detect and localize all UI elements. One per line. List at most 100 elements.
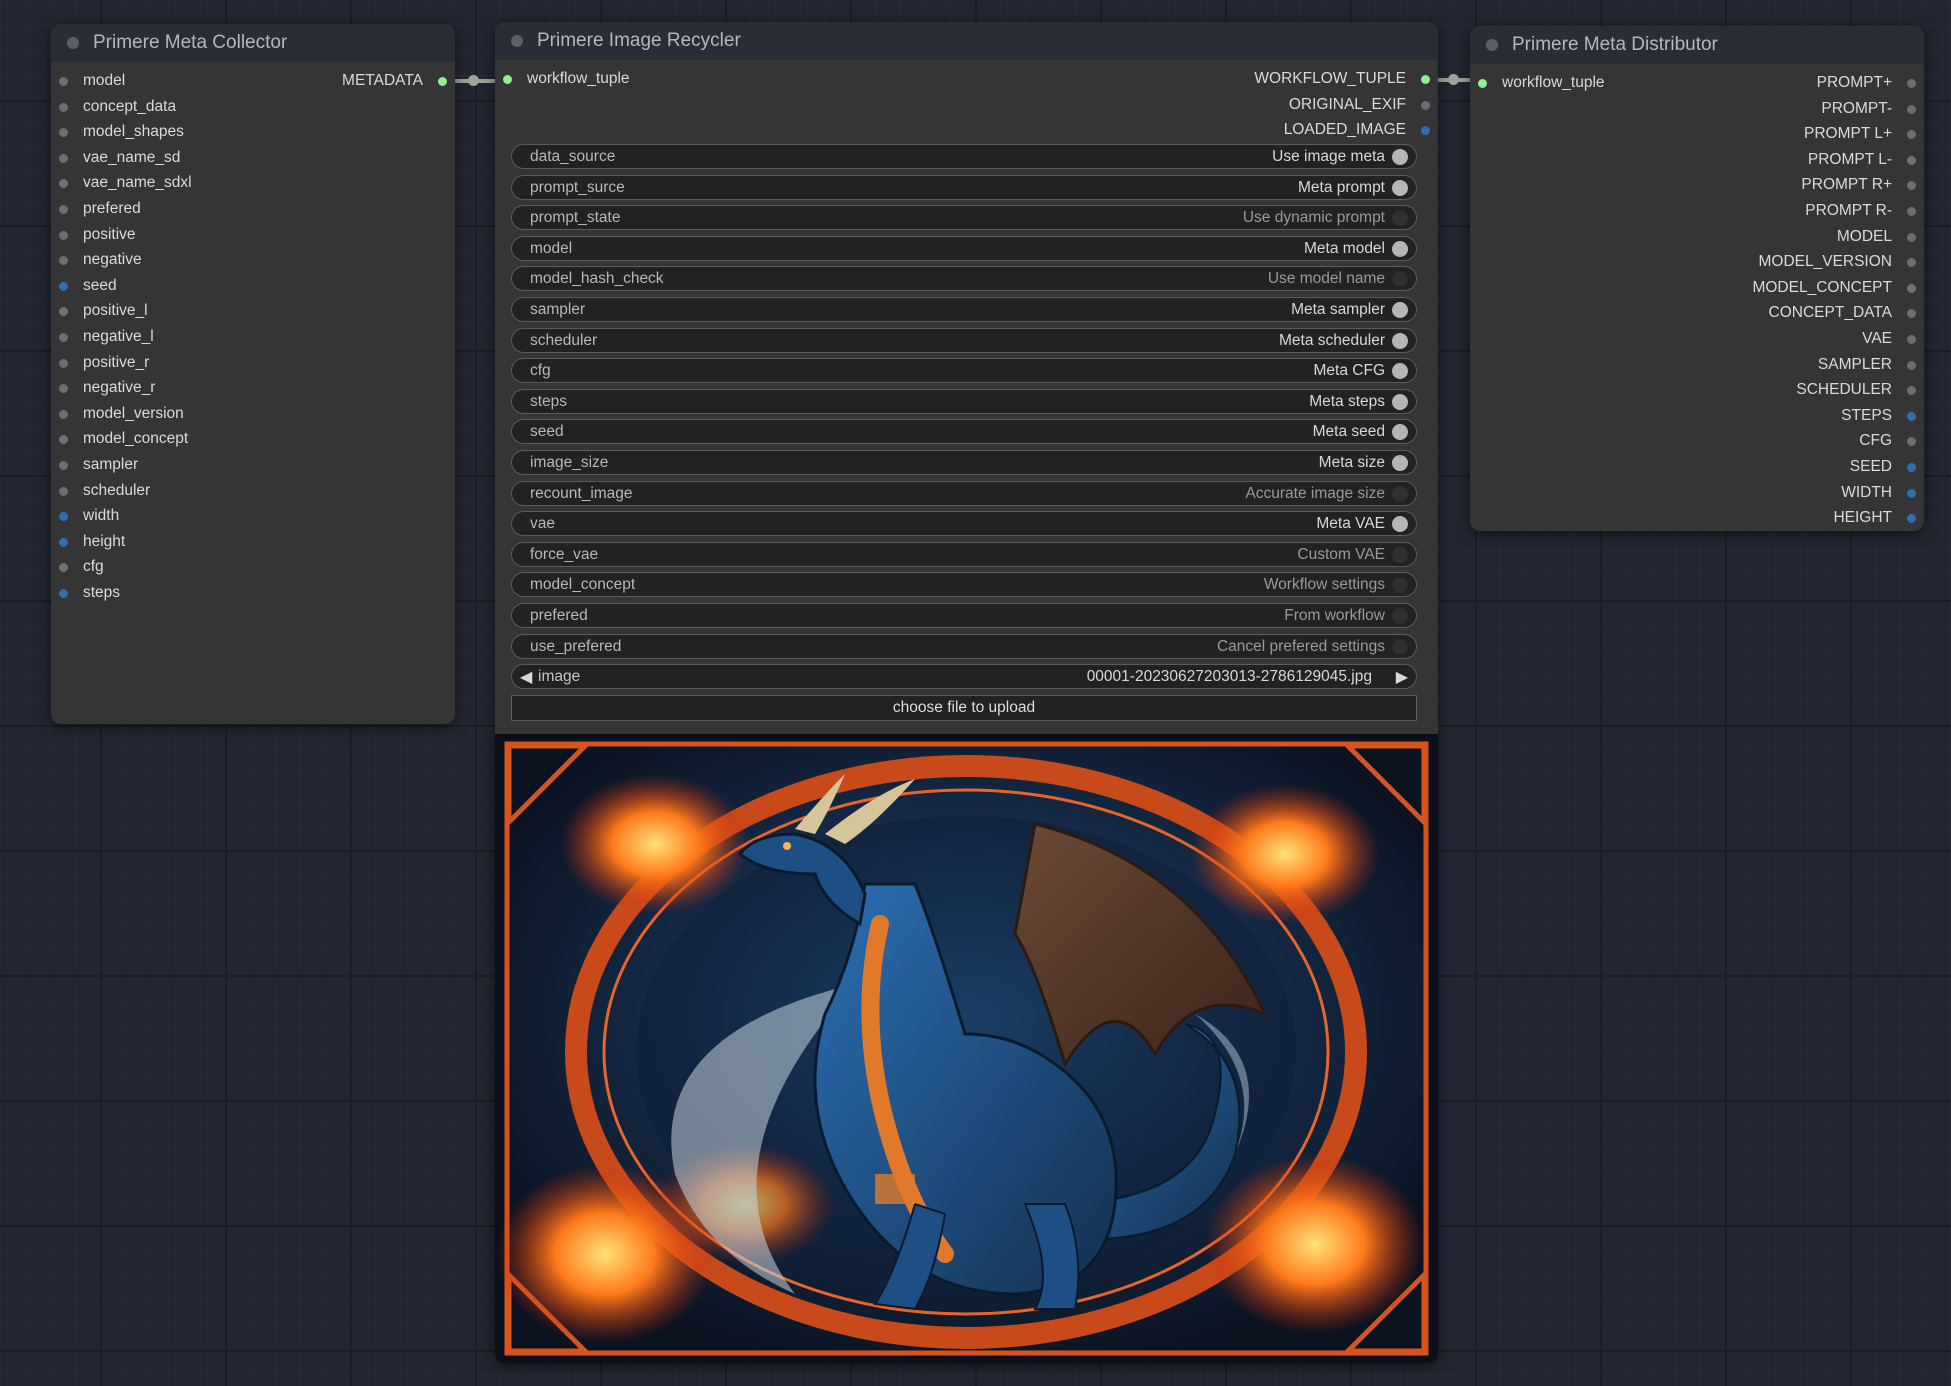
output-slot-width[interactable]: WIDTH [1841, 484, 1916, 502]
input-slot-width[interactable]: width [59, 507, 119, 525]
output-slot-prompt-r[interactable]: PROMPT R- [1805, 202, 1916, 220]
input-dot-icon[interactable] [59, 256, 68, 266]
toggle-widget-image-size[interactable]: image_size Meta size [511, 450, 1417, 475]
toggle-knob-icon[interactable] [1392, 608, 1408, 624]
output-slot-prompt[interactable]: PROMPT- [1821, 100, 1916, 118]
input-dot-icon[interactable] [503, 75, 512, 84]
output-slot-sampler[interactable]: SAMPLER [1818, 356, 1916, 374]
input-slot-model-version[interactable]: model_version [59, 405, 184, 423]
output-dot-icon[interactable] [1907, 411, 1916, 421]
input-slot-negative[interactable]: negative [59, 251, 142, 269]
input-dot-icon[interactable] [59, 384, 68, 394]
input-dot-icon[interactable] [59, 102, 68, 112]
input-slot-sampler[interactable]: sampler [59, 456, 138, 474]
image-combo[interactable]: ◀ image 00001-20230627203013-2786129045.… [511, 664, 1417, 689]
toggle-widget-model[interactable]: model Meta model [511, 235, 1417, 261]
input-dot-icon[interactable] [59, 537, 68, 547]
meta-collector-node[interactable]: Primere Meta Collector model concept_data… [51, 24, 455, 724]
output-slot-prompt-l[interactable]: PROMPT L- [1808, 151, 1916, 169]
input-dot-icon[interactable] [59, 461, 68, 470]
toggle-knob-icon[interactable] [1392, 179, 1408, 196]
input-slot-negative-l[interactable]: negative_l [59, 328, 154, 346]
toggle-knob-icon[interactable] [1392, 638, 1408, 655]
output-dot-icon[interactable] [1907, 283, 1916, 293]
output-dot-icon[interactable] [1421, 75, 1430, 84]
toggle-knob-icon[interactable] [1392, 363, 1408, 380]
output-dot-icon[interactable] [1907, 309, 1916, 319]
toggle-widget-recount-image[interactable]: recount_image Accurate image size [511, 480, 1417, 506]
toggle-widget-sampler[interactable]: sampler Meta sampler [511, 297, 1417, 322]
collapse-dot-icon[interactable] [67, 37, 79, 49]
input-slot-steps[interactable]: steps [59, 584, 120, 602]
toggle-knob-icon[interactable] [1392, 149, 1408, 165]
toggle-knob-icon[interactable] [1392, 332, 1408, 349]
toggle-widget-steps[interactable]: steps Meta steps [511, 388, 1417, 414]
output-slot-model-concept[interactable]: MODEL_CONCEPT [1752, 279, 1916, 297]
output-slot-prompt-r[interactable]: PROMPT R+ [1801, 176, 1916, 194]
output-dot-icon[interactable] [1907, 258, 1916, 268]
output-slot-prompt[interactable]: PROMPT+ [1817, 74, 1916, 92]
output-dot-icon[interactable] [1907, 232, 1916, 242]
node-header[interactable]: Primere Meta Collector [51, 24, 455, 62]
input-slot-positive-r[interactable]: positive_r [59, 354, 149, 372]
output-slot-seed[interactable]: SEED [1850, 458, 1916, 476]
output-slot-model-version[interactable]: MODEL_VERSION [1758, 253, 1916, 271]
output-dot-icon[interactable] [1907, 181, 1916, 191]
input-slot-scheduler[interactable]: scheduler [59, 482, 150, 500]
input-dot-icon[interactable] [59, 307, 68, 317]
upload-button[interactable]: choose file to upload [511, 695, 1417, 721]
toggle-widget-prompt-surce[interactable]: prompt_surce Meta prompt [511, 174, 1417, 200]
input-slot-seed[interactable]: seed [59, 277, 117, 295]
input-slot-prefered[interactable]: prefered [59, 200, 141, 218]
input-dot-icon[interactable] [59, 486, 68, 496]
input-dot-icon[interactable] [59, 77, 68, 86]
output-slot-concept-data[interactable]: CONCEPT_DATA [1769, 304, 1916, 322]
input-slot-positive-l[interactable]: positive_l [59, 302, 148, 320]
toggle-widget-prompt-state[interactable]: prompt_state Use dynamic prompt [511, 205, 1417, 231]
input-dot-icon[interactable] [59, 230, 68, 240]
output-slot-scheduler[interactable]: SCHEDULER [1796, 381, 1916, 399]
toggle-widget-model-concept[interactable]: model_concept Workflow settings [511, 572, 1417, 598]
input-slot-positive[interactable]: positive [59, 226, 136, 244]
output-dot-icon[interactable] [1907, 386, 1916, 396]
input-slot-workflow-tuple[interactable]: workflow_tuple [1478, 74, 1605, 92]
node-header[interactable]: Primere Image Recycler [495, 22, 1438, 60]
toggle-knob-icon[interactable] [1392, 393, 1408, 410]
output-slot-cfg[interactable]: CFG [1859, 432, 1916, 450]
output-slot-prompt-l[interactable]: PROMPT L+ [1804, 125, 1916, 143]
input-dot-icon[interactable] [59, 333, 68, 342]
meta-distributor-node[interactable]: Primere Meta Distributor workflow_tuple … [1470, 26, 1924, 531]
input-slot-model-concept[interactable]: model_concept [59, 430, 188, 448]
toggle-knob-icon[interactable] [1392, 210, 1408, 227]
output-slot-original-exif[interactable]: ORIGINAL_EXIF [1289, 96, 1430, 114]
output-dot-icon[interactable] [1907, 155, 1916, 165]
output-dot-icon[interactable] [1907, 207, 1916, 216]
toggle-widget-force-vae[interactable]: force_vae Custom VAE [511, 541, 1417, 567]
output-dot-icon[interactable] [1907, 79, 1916, 88]
output-dot-icon[interactable] [1907, 437, 1916, 447]
input-slot-vae-name-sdxl[interactable]: vae_name_sdxl [59, 174, 192, 192]
output-dot-icon[interactable] [1907, 463, 1916, 472]
output-slot-model[interactable]: MODEL [1837, 228, 1916, 246]
output-slot-workflow-tuple[interactable]: WORKFLOW_TUPLE [1254, 70, 1430, 88]
input-dot-icon[interactable] [59, 281, 68, 291]
toggle-widget-scheduler[interactable]: scheduler Meta scheduler [511, 327, 1417, 353]
output-slot-steps[interactable]: STEPS [1841, 407, 1916, 425]
output-dot-icon[interactable] [1421, 126, 1430, 136]
output-slot-height[interactable]: HEIGHT [1833, 509, 1916, 527]
toggle-knob-icon[interactable] [1392, 485, 1408, 502]
image-recycler-node[interactable]: Primere Image Recycler workflow_tuple WO… [495, 22, 1438, 1363]
toggle-widget-use-prefered[interactable]: use_prefered Cancel prefered settings [511, 633, 1417, 659]
collapse-dot-icon[interactable] [511, 35, 523, 47]
toggle-knob-icon[interactable] [1392, 424, 1408, 441]
input-dot-icon[interactable] [59, 153, 68, 163]
output-dot-icon[interactable] [1907, 488, 1916, 498]
input-slot-model[interactable]: model [59, 72, 125, 90]
output-dot-icon[interactable] [1907, 104, 1916, 114]
input-slot-height[interactable]: height [59, 533, 125, 551]
input-slot-workflow-tuple[interactable]: workflow_tuple [503, 70, 630, 88]
toggle-knob-icon[interactable] [1392, 516, 1408, 533]
toggle-widget-model-hash-check[interactable]: model_hash_check Use model name [511, 266, 1417, 292]
node-header[interactable]: Primere Meta Distributor [1470, 26, 1924, 64]
input-dot-icon[interactable] [59, 512, 68, 522]
